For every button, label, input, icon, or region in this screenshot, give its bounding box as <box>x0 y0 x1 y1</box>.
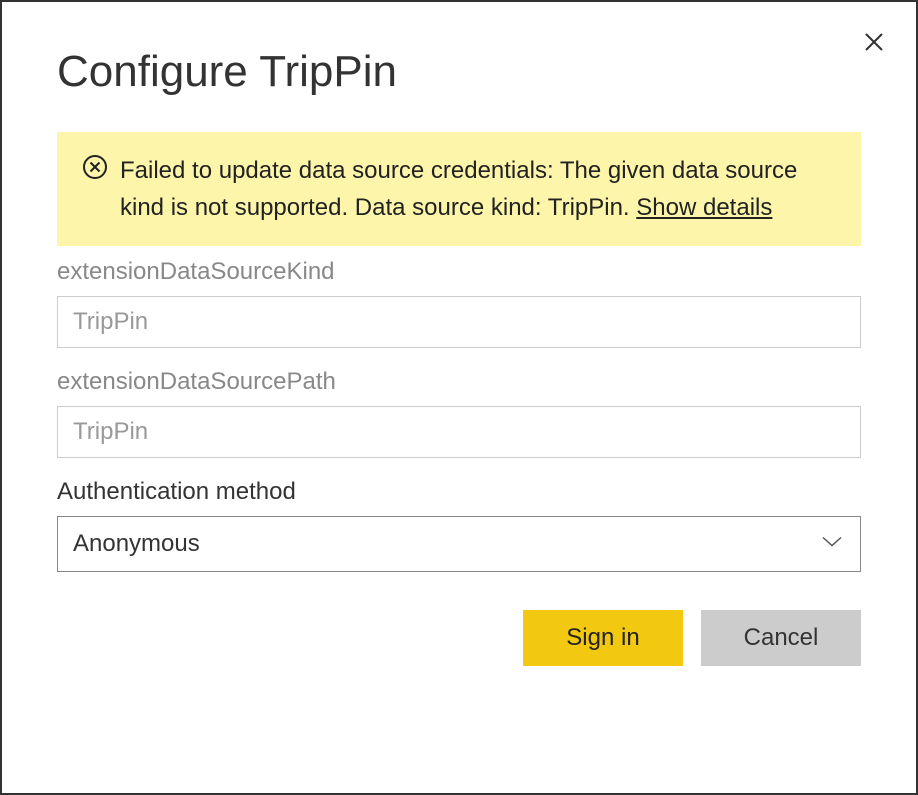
error-icon <box>82 154 108 185</box>
field-label-auth: Authentication method <box>57 478 861 506</box>
auth-select-value: Anonymous <box>73 530 200 558</box>
field-extension-data-source-kind: extensionDataSourceKind <box>57 258 861 348</box>
dialog-title: Configure TripPin <box>57 47 861 97</box>
error-banner: Failed to update data source credentials… <box>57 132 861 246</box>
field-authentication-method: Authentication method Anonymous <box>57 478 861 572</box>
field-label-kind: extensionDataSourceKind <box>57 258 861 286</box>
extension-data-source-kind-input[interactable] <box>57 296 861 348</box>
field-label-path: extensionDataSourcePath <box>57 368 861 396</box>
configure-dialog: Configure TripPin Failed to update data … <box>0 0 918 795</box>
button-row: Sign in Cancel <box>57 610 861 666</box>
auth-select-wrapper: Anonymous <box>57 516 861 572</box>
extension-data-source-path-input[interactable] <box>57 406 861 458</box>
authentication-method-select[interactable]: Anonymous <box>57 516 861 572</box>
error-text: Failed to update data source credentials… <box>120 152 836 226</box>
show-details-link[interactable]: Show details <box>636 194 772 221</box>
sign-in-button[interactable]: Sign in <box>523 610 683 666</box>
cancel-button[interactable]: Cancel <box>701 610 861 666</box>
field-extension-data-source-path: extensionDataSourcePath <box>57 368 861 458</box>
close-icon <box>862 30 886 54</box>
close-button[interactable] <box>862 30 886 59</box>
